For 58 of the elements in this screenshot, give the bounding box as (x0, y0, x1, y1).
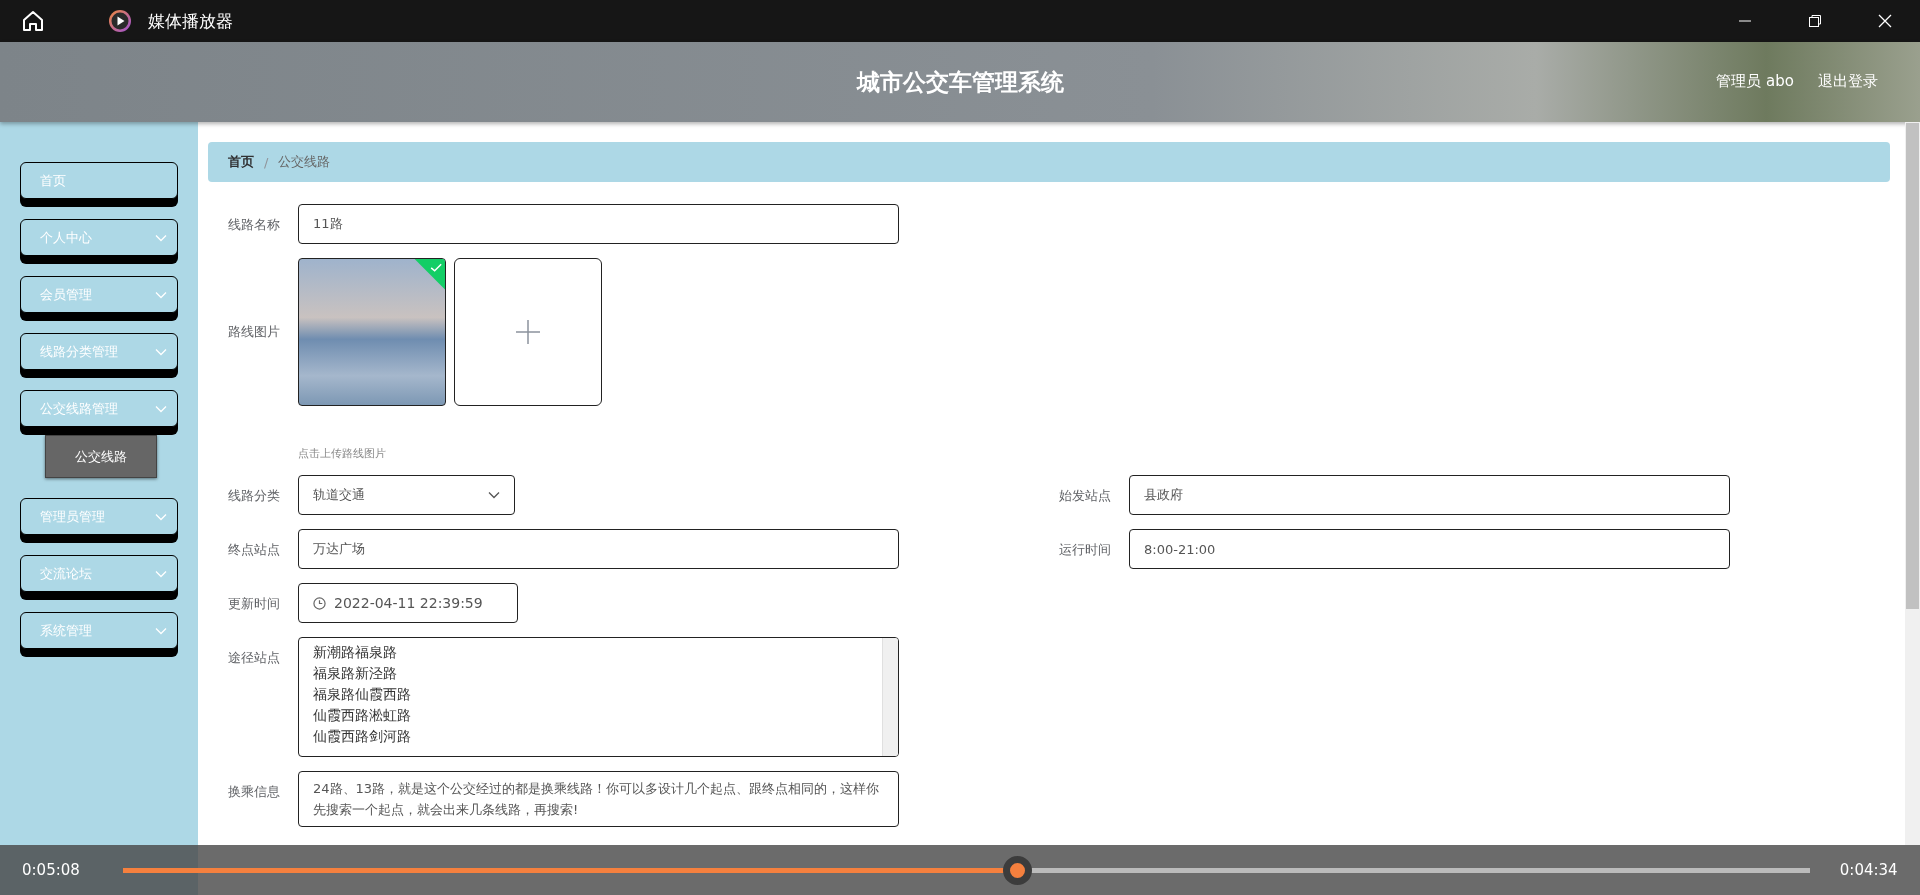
field-label: 始发站点 (1059, 487, 1112, 505)
window-title: 媒体播放器 (148, 9, 233, 33)
chevron-icon (155, 347, 167, 356)
plus-icon (516, 320, 540, 344)
menu-label: 首页 (40, 171, 66, 190)
input-field[interactable]: 11路 (298, 204, 899, 244)
input-field[interactable]: 8:00-21:00 (1129, 529, 1730, 569)
chevron-icon (155, 512, 167, 521)
app-title: 城市公交车管理系统 (856, 67, 1064, 97)
menu-label: 个人中心 (40, 228, 92, 247)
menu-label: 线路分类管理 (40, 342, 118, 361)
user-name: 管理员 abo (1716, 72, 1794, 91)
chevron-icon (155, 233, 167, 242)
progress-handle[interactable] (1002, 855, 1032, 885)
elapsed-time: 0:05:08 (22, 861, 80, 879)
remaining-time: 0:04:34 (1839, 861, 1898, 879)
field-label: 换乘信息 (228, 783, 281, 801)
chevron-icon (155, 404, 167, 413)
textarea-field[interactable]: 新潮路福泉路 福泉路新泾路 福泉路仙霞西路 仙霞西路淞虹路 仙霞西路剑河路 (298, 637, 899, 757)
list-line: 仙霞西路淞虹路 (313, 706, 412, 725)
submenu-item[interactable]: 公交线路 (45, 435, 157, 478)
date-field[interactable]: 2022-04-11 22:39:59 (298, 583, 518, 623)
input-field[interactable]: 万达广场 (298, 529, 899, 569)
breadcrumb-separator: / (264, 154, 269, 170)
breadcrumb-item[interactable]: 公交线路 (278, 153, 331, 171)
restore-icon (1808, 14, 1822, 28)
chevron-icon (155, 569, 167, 578)
chevron-icon (155, 626, 167, 635)
menu-label: 管理员管理 (40, 507, 105, 526)
input-field[interactable]: 县政府 (1129, 475, 1730, 515)
menu-label: 会员管理 (40, 285, 92, 304)
menu-label: 公交线路管理 (40, 399, 118, 418)
select-field[interactable]: 轨道交通 (298, 475, 515, 515)
list-line: 福泉路仙霞西路 (313, 685, 412, 704)
breadcrumb-item[interactable]: 首页 (228, 153, 254, 171)
progress-track[interactable] (122, 867, 1810, 873)
home-icon[interactable] (22, 10, 44, 32)
menu-label: 交流论坛 (40, 564, 92, 583)
field-label: 运行时间 (1059, 541, 1112, 559)
chevron-icon (155, 290, 167, 299)
textarea-field[interactable]: 24路、13路，就是这个公交经过的都是换乘线路！你可以多设计几个起点、跟终点相同的，这样你先搜索一个起点，就会出来几条线路，再搜索! (298, 771, 899, 827)
field-label: 线路名称 (228, 216, 281, 234)
field-label: 更新时间 (228, 595, 281, 613)
list-line: 仙霞西路剑河路 (313, 727, 412, 746)
field-label: 线路分类 (228, 487, 281, 505)
menu-label: 系统管理 (40, 621, 92, 640)
chevron-icon (488, 491, 500, 499)
close-icon (1878, 14, 1892, 28)
field-label: 途径站点 (228, 649, 281, 667)
upload-hint: 点击上传路线图片 (298, 446, 387, 461)
upload-button[interactable] (454, 258, 602, 406)
list-line: 新潮路福泉路 (313, 643, 398, 662)
field-label: 终点站点 (228, 541, 281, 559)
logout-link[interactable]: 退出登录 (1818, 72, 1878, 91)
field-label: 路线图片 (228, 323, 281, 341)
list-line: 福泉路新泾路 (313, 664, 398, 683)
play-icon (108, 9, 132, 33)
clock-icon (313, 596, 326, 610)
